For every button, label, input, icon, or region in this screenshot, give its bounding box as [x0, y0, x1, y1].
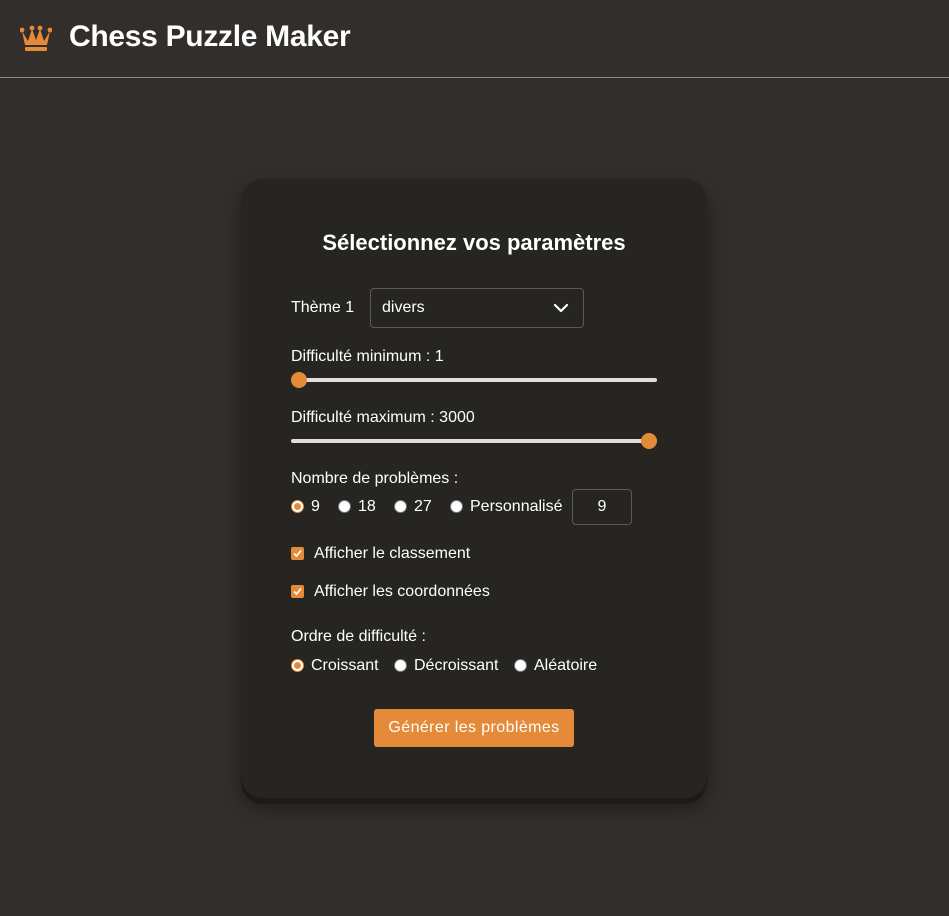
app-title: Chess Puzzle Maker	[69, 20, 351, 53]
crown-icon	[20, 25, 52, 51]
order-radio-random[interactable]	[514, 659, 527, 672]
difficulty-max-label: Difficulté maximum : 3000	[291, 409, 475, 426]
slider-track	[291, 378, 657, 382]
puzzle-count-radio-27[interactable]	[394, 500, 407, 513]
order-radio-descending[interactable]	[394, 659, 407, 672]
generate-button[interactable]: Générer les problèmes	[374, 709, 574, 747]
puzzle-count-option-label[interactable]: 27	[414, 498, 432, 516]
theme-label: Thème 1	[291, 299, 355, 316]
difficulty-min-slider[interactable]	[291, 371, 657, 389]
show-coordinates-label[interactable]: Afficher les coordonnées	[314, 583, 490, 601]
show-ranking-label[interactable]: Afficher le classement	[314, 545, 470, 563]
slider-thumb[interactable]	[291, 372, 307, 388]
puzzle-count-radio-18[interactable]	[338, 500, 351, 513]
puzzle-count-option-label[interactable]: 9	[311, 498, 320, 516]
puzzle-count-label: Nombre de problèmes :	[291, 470, 459, 487]
show-coordinates-checkbox[interactable]	[291, 585, 304, 598]
checkmark-icon	[293, 549, 302, 558]
slider-track	[291, 439, 657, 443]
puzzle-count-radio-9[interactable]	[291, 500, 304, 513]
order-option-label[interactable]: Aléatoire	[534, 657, 597, 675]
custom-count-input[interactable]: 9	[572, 489, 632, 525]
app-header: Chess Puzzle Maker	[0, 0, 949, 78]
puzzle-count-option-label[interactable]: 18	[358, 498, 376, 516]
difficulty-max-slider[interactable]	[291, 432, 657, 450]
order-option-label[interactable]: Décroissant	[414, 657, 498, 675]
checkmark-icon	[293, 587, 302, 596]
puzzle-count-radio-custom[interactable]	[450, 500, 463, 513]
puzzle-count-option-label[interactable]: Personnalisé	[470, 498, 563, 516]
difficulty-min-label: Difficulté minimum : 1	[291, 348, 444, 365]
chevron-down-icon	[553, 303, 569, 313]
order-option-label[interactable]: Croissant	[311, 657, 379, 675]
order-label: Ordre de difficulté :	[291, 628, 426, 645]
settings-title: Sélectionnez vos paramètres	[322, 230, 626, 255]
show-ranking-checkbox[interactable]	[291, 547, 304, 560]
settings-card: Sélectionnez vos paramètres Thème 1 dive…	[241, 179, 707, 798]
theme-select[interactable]: divers	[370, 288, 584, 328]
order-radio-ascending[interactable]	[291, 659, 304, 672]
slider-thumb[interactable]	[641, 433, 657, 449]
theme-select-value: divers	[382, 299, 425, 316]
